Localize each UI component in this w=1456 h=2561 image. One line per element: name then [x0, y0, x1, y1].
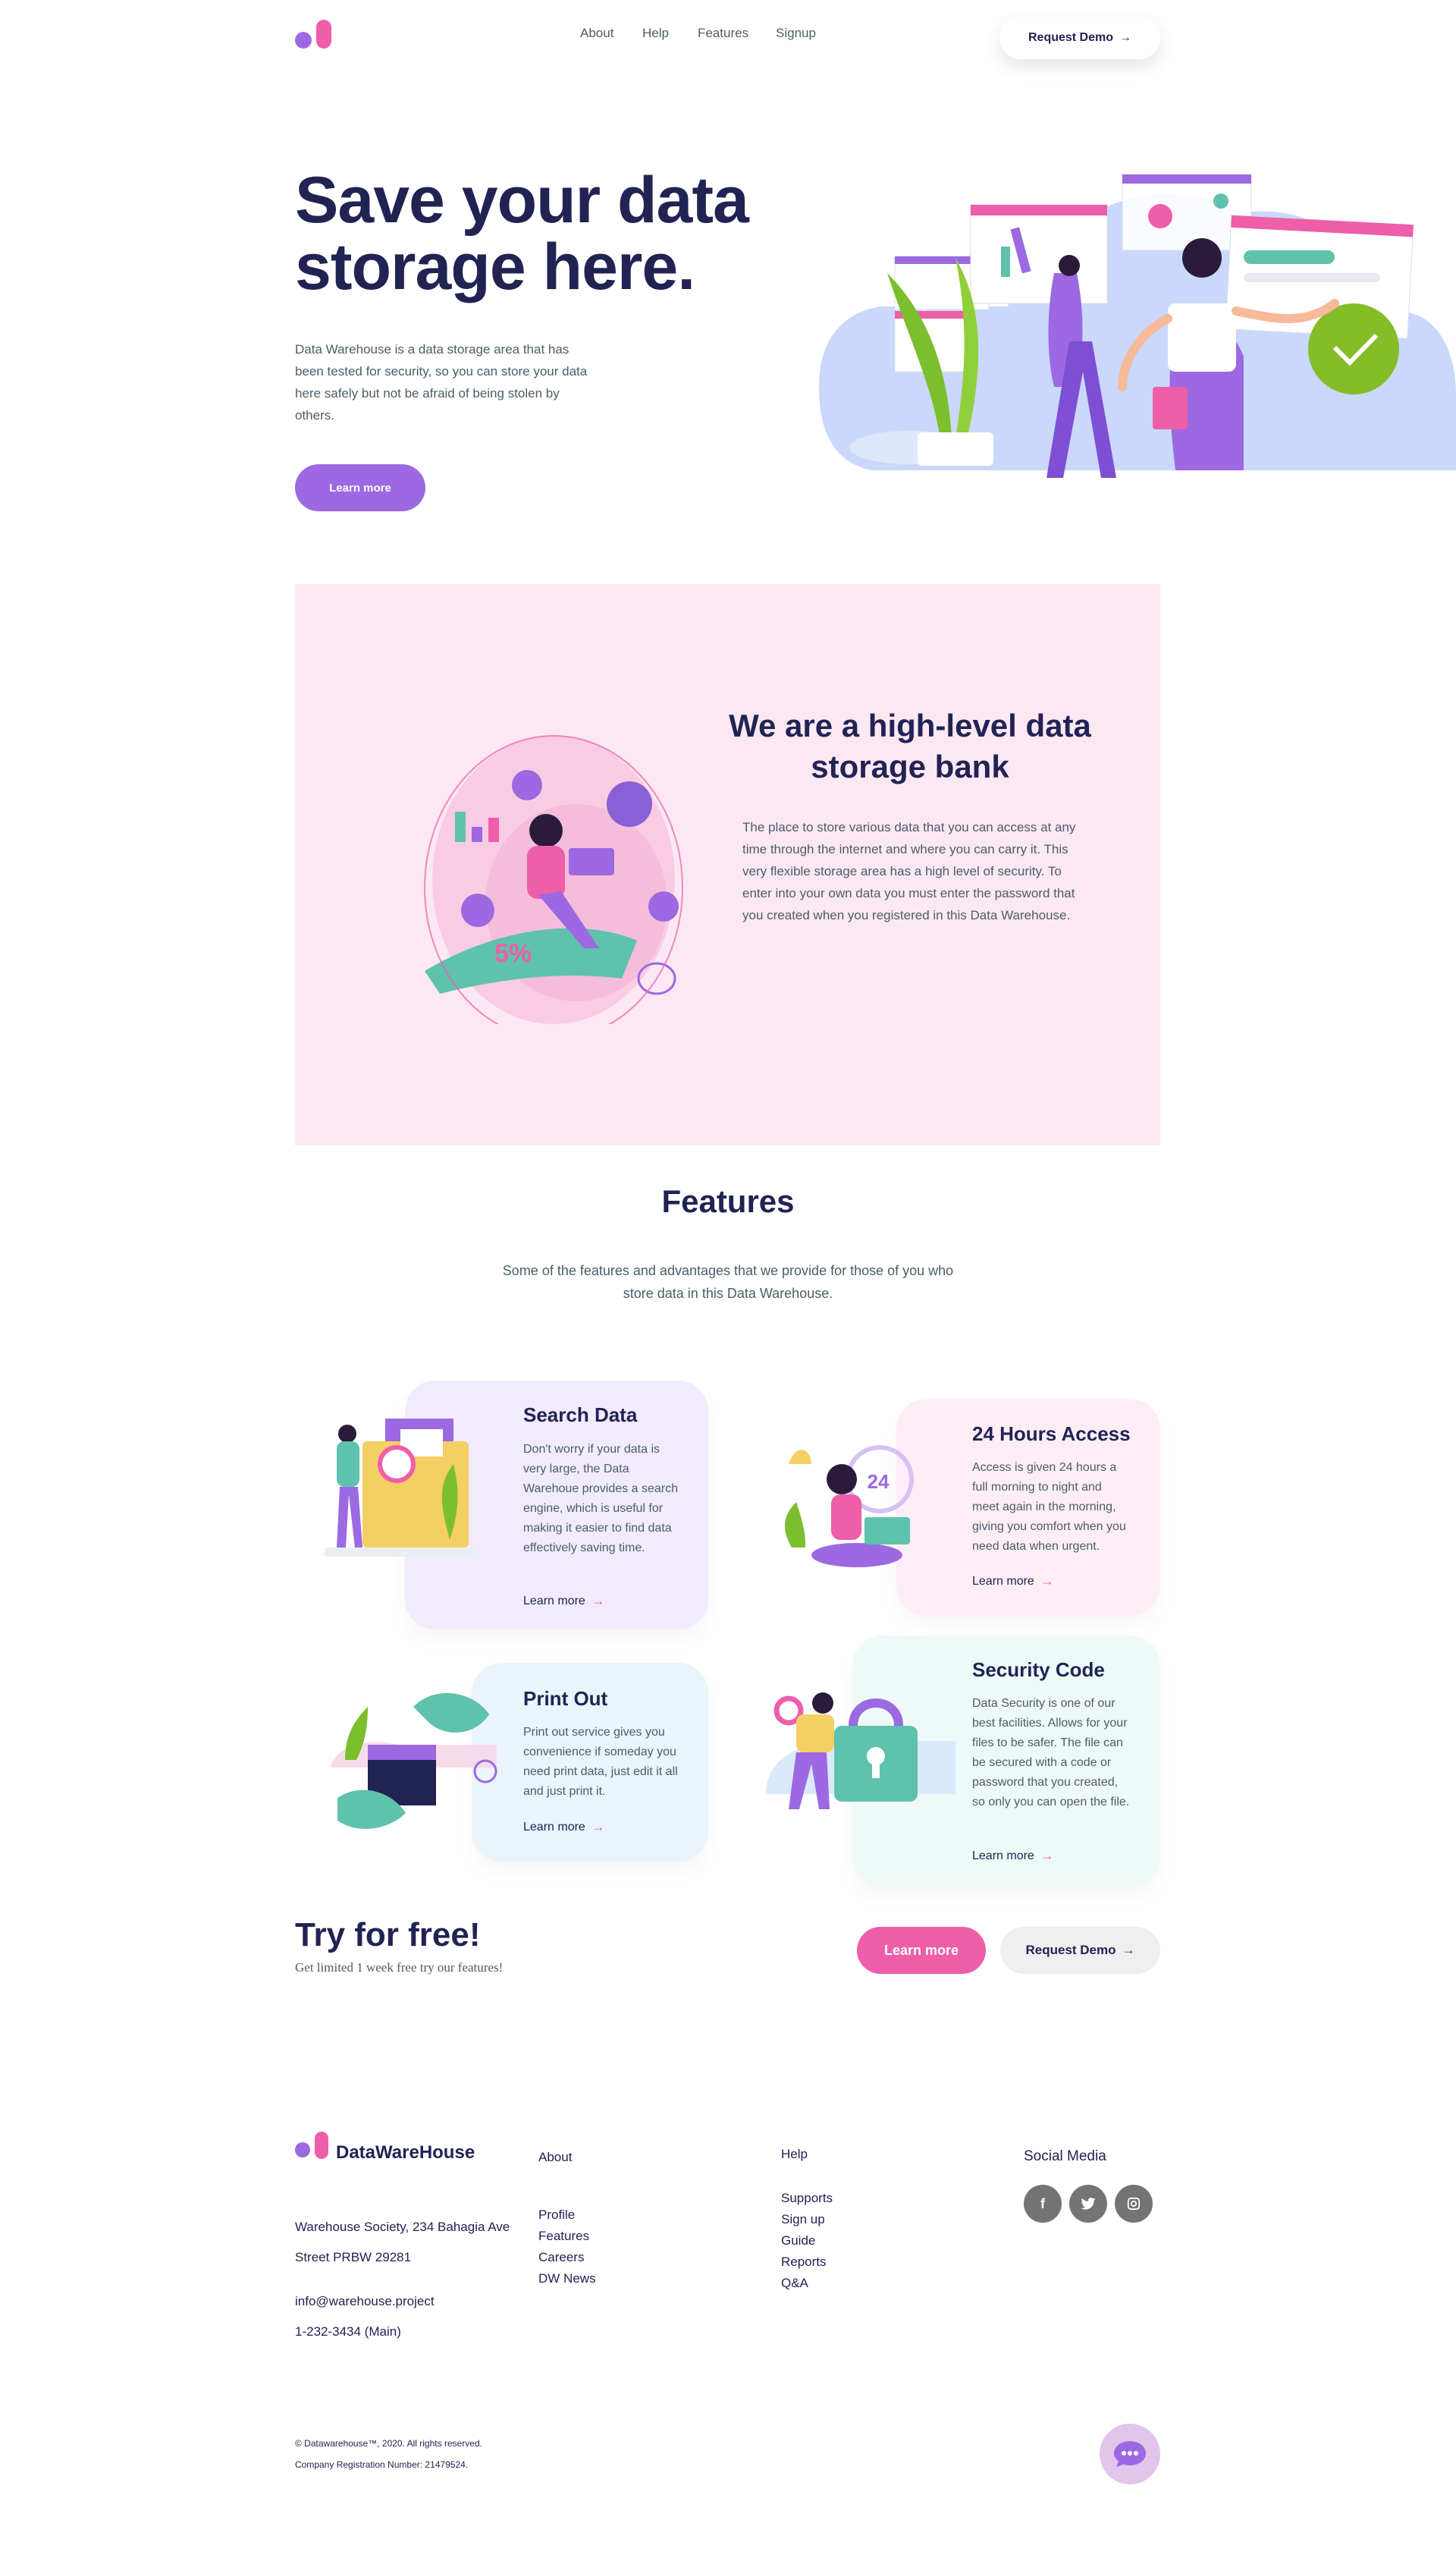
footer-phone: 1-232-3434 (Main) [295, 2324, 401, 2339]
feature-learn-more-print[interactable]: Learn more → [523, 1819, 605, 1835]
footer-link-sign-up[interactable]: Sign up [781, 2212, 825, 2227]
feature-title-print: Print Out [523, 1687, 608, 1710]
nav-help[interactable]: Help [642, 26, 669, 41]
twitter-icon[interactable] [1069, 2185, 1107, 2223]
footer-link-dw-news[interactable]: DW News [538, 2271, 596, 2286]
hero-learn-more-button[interactable]: Learn more [295, 464, 425, 511]
feature-learn-more-search[interactable]: Learn more → [523, 1593, 605, 1609]
chat-icon [1114, 2441, 1146, 2467]
try-learn-more-button[interactable]: Learn more [857, 1927, 986, 1974]
try-title: Try for free! [295, 1916, 481, 1953]
try-request-demo-button[interactable]: Request Demo → [1000, 1927, 1160, 1974]
arrow-right-icon: → [1040, 1848, 1054, 1863]
hero-title: Save your data storage here. [295, 164, 749, 303]
feature-learn-more-security[interactable]: Learn more → [972, 1848, 1054, 1864]
try-subtitle: Get limited 1 week free try our features… [295, 1960, 504, 1975]
bank-text: The place to store various data that you… [742, 820, 1076, 922]
access-24-label: 24 [868, 1470, 890, 1493]
logo-pill-pink [315, 2132, 328, 2159]
request-demo-label: Request Demo [1028, 31, 1114, 44]
footer-address-1: Warehouse Society, 234 Bahagia Ave [295, 2220, 510, 2234]
footer-address-2: Street PRBW 29281 [295, 2250, 412, 2264]
footer-link-features[interactable]: Features [538, 2229, 589, 2244]
footer-link-profile[interactable]: Profile [538, 2207, 575, 2223]
features-subtitle: Some of the features and advantages that… [502, 1263, 954, 1301]
feature-learn-more-access-label: Learn more [972, 1574, 1034, 1588]
feature-title-security: Security Code [972, 1658, 1105, 1681]
footer-link-guide[interactable]: Guide [781, 2233, 815, 2248]
nav-features[interactable]: Features [698, 26, 748, 41]
instagram-icon[interactable] [1115, 2185, 1153, 2223]
footer-social-title: Social Media [1024, 2148, 1106, 2164]
logo[interactable] [295, 20, 334, 50]
footer-link-supports[interactable]: Supports [781, 2191, 833, 2206]
footer-brand: DataWareHouse [336, 2142, 475, 2163]
feature-text-print: Print out service gives you convenience … [523, 1726, 678, 1798]
svg-text:5%: 5% [494, 939, 532, 968]
feature-text-search: Don't worry if your data is very large, … [523, 1443, 678, 1554]
footer-link-qa[interactable]: Q&A [781, 2276, 808, 2291]
arrow-right-icon: → [591, 1819, 605, 1834]
footer-copyright: © Datawarehouse™, 2020. All rights reser… [295, 2438, 482, 2449]
bank-title: We are a high-level data storage bank [729, 708, 1091, 784]
try-request-demo-label: Request Demo [1025, 1943, 1116, 1957]
hero-illustration [819, 174, 1456, 478]
footer-help-title: Help [781, 2147, 808, 2161]
features-title: Features [661, 1183, 795, 1219]
feature-title-search: Search Data [523, 1403, 638, 1426]
logo-dot-purple [295, 2142, 310, 2157]
footer-email[interactable]: info@warehouse.project [295, 2294, 435, 2309]
arrow-right-icon: → [1122, 1943, 1135, 1957]
feature-text-security: Data Security is one of our best facilit… [972, 1697, 1130, 1808]
arrow-right-icon: → [1040, 1573, 1054, 1588]
search-data-illustration [325, 1419, 476, 1557]
hero-text: Data Warehouse is a data storage area th… [295, 342, 588, 423]
feature-learn-more-security-label: Learn more [972, 1849, 1034, 1862]
footer-logo[interactable] [295, 2132, 333, 2162]
security-illustration [766, 1692, 956, 1809]
bank-illustration: 5% [424, 735, 683, 1024]
chat-button[interactable] [1100, 2424, 1160, 2484]
footer-about-title: About [538, 2150, 573, 2164]
feature-learn-more-access[interactable]: Learn more → [972, 1573, 1054, 1589]
request-demo-button[interactable]: Request Demo → [999, 17, 1160, 59]
footer-registration: Company Registration Number: 21479524. [295, 2459, 469, 2470]
footer-link-careers[interactable]: Careers [538, 2250, 584, 2265]
facebook-icon[interactable]: f [1024, 2185, 1062, 2223]
nav-about[interactable]: About [580, 26, 613, 41]
logo-dot-purple [295, 32, 312, 49]
print-out-illustration [330, 1692, 497, 1829]
logo-pill-pink [316, 20, 331, 49]
access-illustration: 24 [785, 1445, 914, 1567]
nav-signup[interactable]: Signup [776, 26, 816, 41]
feature-learn-more-print-label: Learn more [523, 1820, 585, 1834]
arrow-right-icon: → [591, 1593, 605, 1608]
feature-learn-more-search-label: Learn more [523, 1594, 585, 1607]
arrow-right-icon: → [1119, 31, 1132, 44]
feature-text-access: Access is given 24 hours a full morning … [972, 1461, 1126, 1553]
footer-link-reports[interactable]: Reports [781, 2255, 827, 2270]
feature-title-access: 24 Hours Access [972, 1422, 1131, 1445]
